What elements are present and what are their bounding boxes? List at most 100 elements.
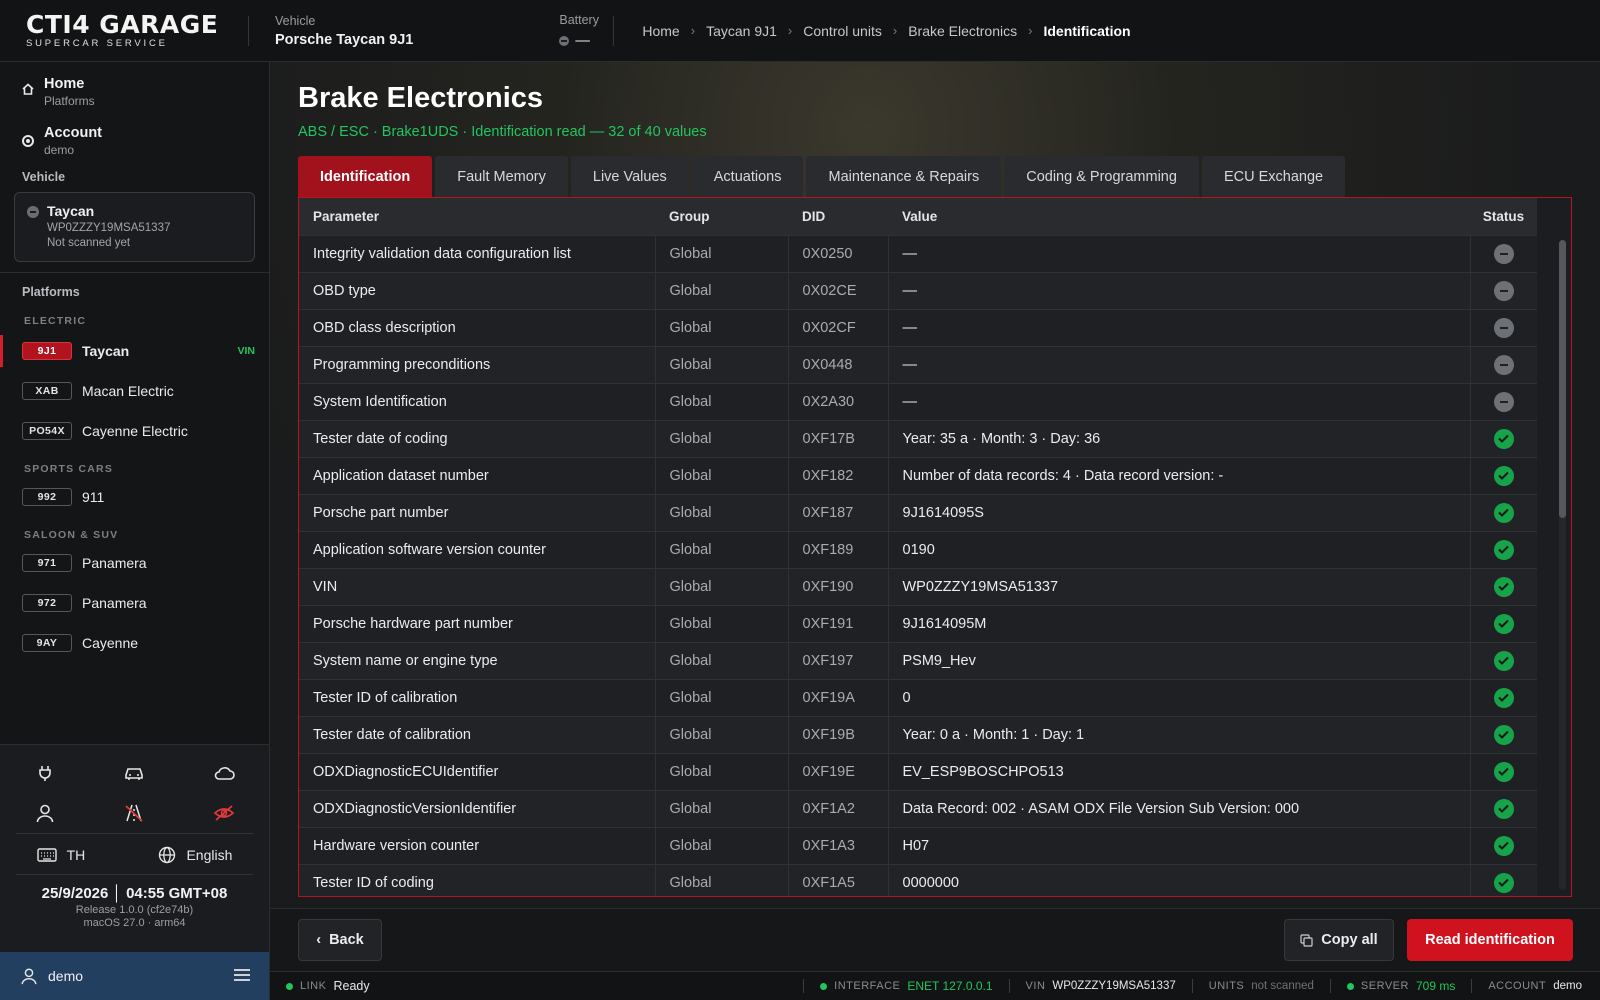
- breadcrumb-home[interactable]: Home: [640, 23, 681, 39]
- platform-item-panamera-971[interactable]: 971 Panamera: [0, 543, 269, 583]
- did-cell: 0XF187: [787, 493, 888, 531]
- tab-fault-memory[interactable]: Fault Memory: [435, 156, 568, 197]
- tab-actuations[interactable]: Actuations: [691, 156, 804, 197]
- breadcrumb-platform[interactable]: Taycan 9J1: [704, 23, 779, 39]
- back-button[interactable]: ‹ Back: [298, 919, 382, 961]
- column-header-parameter[interactable]: Parameter: [299, 198, 655, 235]
- platform-name: Macan Electric: [82, 383, 174, 399]
- table-row[interactable]: Hardware version counter Global 0XF1A3 H07: [299, 826, 1537, 864]
- table-scrollbar[interactable]: [1559, 240, 1566, 890]
- status-account: ACCOUNT demo: [1488, 980, 1582, 992]
- server-status-dot-icon: [1346, 982, 1354, 990]
- value-cell: Year: 35 a · Month: 3 · Day: 36: [887, 419, 1470, 457]
- user-bar[interactable]: demo: [0, 952, 269, 1000]
- table-header-row: Parameter Group DID Value Status: [299, 198, 1537, 235]
- copy-all-button[interactable]: Copy all: [1284, 919, 1394, 961]
- user-icon: [21, 968, 37, 985]
- sidebar-item-account[interactable]: Account demo: [0, 117, 269, 166]
- table-row[interactable]: ODXDiagnosticECUIdentifier Global 0XF19E EV…: [299, 752, 1537, 790]
- vehicle-status-icon: [27, 206, 39, 218]
- table-row[interactable]: Porsche part number Global 0XF187 9J1614095…: [299, 493, 1537, 531]
- units-value: not scanned: [1251, 980, 1314, 992]
- hamburger-menu-icon[interactable]: [233, 968, 251, 985]
- did-cell: 0XF1A2: [787, 789, 888, 827]
- scrollbar-thumb[interactable]: [1559, 240, 1566, 518]
- table-row[interactable]: Programming preconditions Global 0X0448—: [299, 345, 1537, 383]
- user-icon[interactable]: [0, 793, 90, 833]
- car-icon[interactable]: [90, 753, 180, 793]
- divider: [613, 15, 615, 46]
- release-version: Release 1.0.0 (cf2e74b): [75, 904, 194, 916]
- check-circle-icon: [1493, 872, 1514, 893]
- column-header-value[interactable]: Value: [888, 198, 1470, 235]
- cloud-icon[interactable]: [179, 753, 269, 793]
- eye-off-icon[interactable]: [179, 793, 269, 833]
- chevron-right-icon: ›: [1028, 23, 1033, 38]
- table-row[interactable]: Tester date of coding Global 0XF17B Year: 3…: [299, 419, 1537, 457]
- parameter-cell: Porsche part number: [299, 493, 655, 531]
- check-circle-icon: [1493, 465, 1514, 486]
- value-cell: Number of data records: 4 · Data record …: [887, 456, 1470, 494]
- table-row[interactable]: OBD class description Global 0X02CF —: [299, 308, 1537, 346]
- chevron-right-icon: ›: [690, 23, 696, 38]
- sidebar-item-home[interactable]: Home Platforms: [0, 68, 269, 117]
- platform-item-911[interactable]: 992 911: [0, 477, 269, 517]
- plug-icon[interactable]: [0, 753, 90, 793]
- divider: [1191, 979, 1193, 993]
- table-row[interactable]: ODXDiagnosticVersionIdentifier Global 0XF1…: [299, 789, 1537, 827]
- value-cell: Data Record: 002 · ASAM ODX File Version…: [887, 789, 1470, 827]
- account-radio-icon: [22, 135, 34, 147]
- platform-item-cayenne[interactable]: 9AY Cayenne: [0, 623, 269, 663]
- road-off-icon[interactable]: [90, 793, 180, 833]
- vehicle-card-status: Not scanned yet: [47, 237, 131, 249]
- tab-coding-programming[interactable]: Coding & Programming: [1004, 156, 1199, 197]
- table-row[interactable]: Tester ID of calibration Global 0XF19A 0: [299, 678, 1537, 716]
- group-cell: Global: [654, 419, 788, 457]
- logo-line2: SUPERCAR SERVICE: [26, 37, 168, 49]
- table-row[interactable]: Application dataset number Global 0XF182 Nu…: [299, 456, 1537, 494]
- keyboard-icon: [36, 848, 57, 862]
- datetime: 25/9/2026 │ 04:55 GMT+08: [41, 885, 228, 902]
- breadcrumb-ecu[interactable]: Brake Electronics: [906, 23, 1019, 39]
- platform-item-panamera-972[interactable]: 972 Panamera: [0, 583, 269, 623]
- column-header-group[interactable]: Group: [655, 198, 788, 235]
- table-row[interactable]: Porsche hardware part number Global 0XF191…: [299, 604, 1537, 642]
- table-row[interactable]: System Identification Global 0X2A30—: [299, 382, 1537, 420]
- tab-live-values[interactable]: Live Values: [570, 156, 689, 197]
- read-identification-button[interactable]: Read identification: [1407, 919, 1573, 961]
- table-row[interactable]: Tester date of calibration Global 0XF19B Ye…: [299, 715, 1537, 753]
- table-row[interactable]: Integrity validation data configuration …: [299, 234, 1537, 272]
- table-body: Integrity validation data configuration …: [299, 234, 1537, 896]
- breadcrumb-control-units[interactable]: Control units: [801, 23, 884, 39]
- table-row[interactable]: OBD type Global 0X02CE —: [299, 271, 1537, 309]
- tab-maintenance-repairs[interactable]: Maintenance & Repairs: [806, 156, 1002, 197]
- status-bar: LINK Ready INTERFACE ENET 127.0.0.1 VIN …: [270, 971, 1600, 1000]
- platform-badge: 9AY: [22, 634, 72, 652]
- language-button[interactable]: English: [158, 846, 232, 864]
- group-cell: Global: [654, 530, 788, 568]
- status-vin: VIN WP0ZZZY19MSA51337: [1026, 980, 1176, 992]
- tab-ecu-exchange[interactable]: ECU Exchange: [1201, 156, 1346, 197]
- app-logo[interactable]: CTI4 GARAGE SUPERCAR SERVICE: [0, 12, 248, 49]
- value-cell: —: [887, 271, 1470, 309]
- table-row[interactable]: System name or engine type Global 0XF197 PS…: [299, 641, 1537, 679]
- keyboard-layout-button[interactable]: TH: [36, 847, 85, 863]
- platform-item-cayenne-electric[interactable]: PO54X Cayenne Electric: [0, 411, 269, 451]
- table-row[interactable]: Tester ID of coding Global 0XF1A5 0000000: [299, 863, 1537, 896]
- divider: [16, 874, 253, 875]
- platform-item-macan-electric[interactable]: XAB Macan Electric: [0, 371, 269, 411]
- column-header-did[interactable]: DID: [788, 198, 888, 235]
- tab-identification[interactable]: Identification: [298, 156, 433, 197]
- table-row[interactable]: Application software version counter Glob…: [299, 530, 1537, 568]
- account-label: ACCOUNT: [1488, 980, 1547, 992]
- parameter-cell: System Identification: [299, 382, 655, 420]
- vehicle-card[interactable]: Taycan WP0ZZZY19MSA51337 Not scanned yet: [14, 192, 255, 262]
- check-circle-icon: [1493, 539, 1514, 560]
- platform-name: Cayenne: [82, 635, 139, 651]
- table-row[interactable]: VIN Global 0XF190 WP0ZZZY19MSA51337: [299, 567, 1537, 605]
- column-header-status[interactable]: Status: [1470, 198, 1537, 235]
- platform-item-taycan[interactable]: 9J1 Taycan VIN: [0, 331, 269, 371]
- did-cell: 0XF197: [787, 641, 888, 679]
- group-cell: Global: [654, 752, 788, 790]
- copy-icon: [1300, 933, 1313, 947]
